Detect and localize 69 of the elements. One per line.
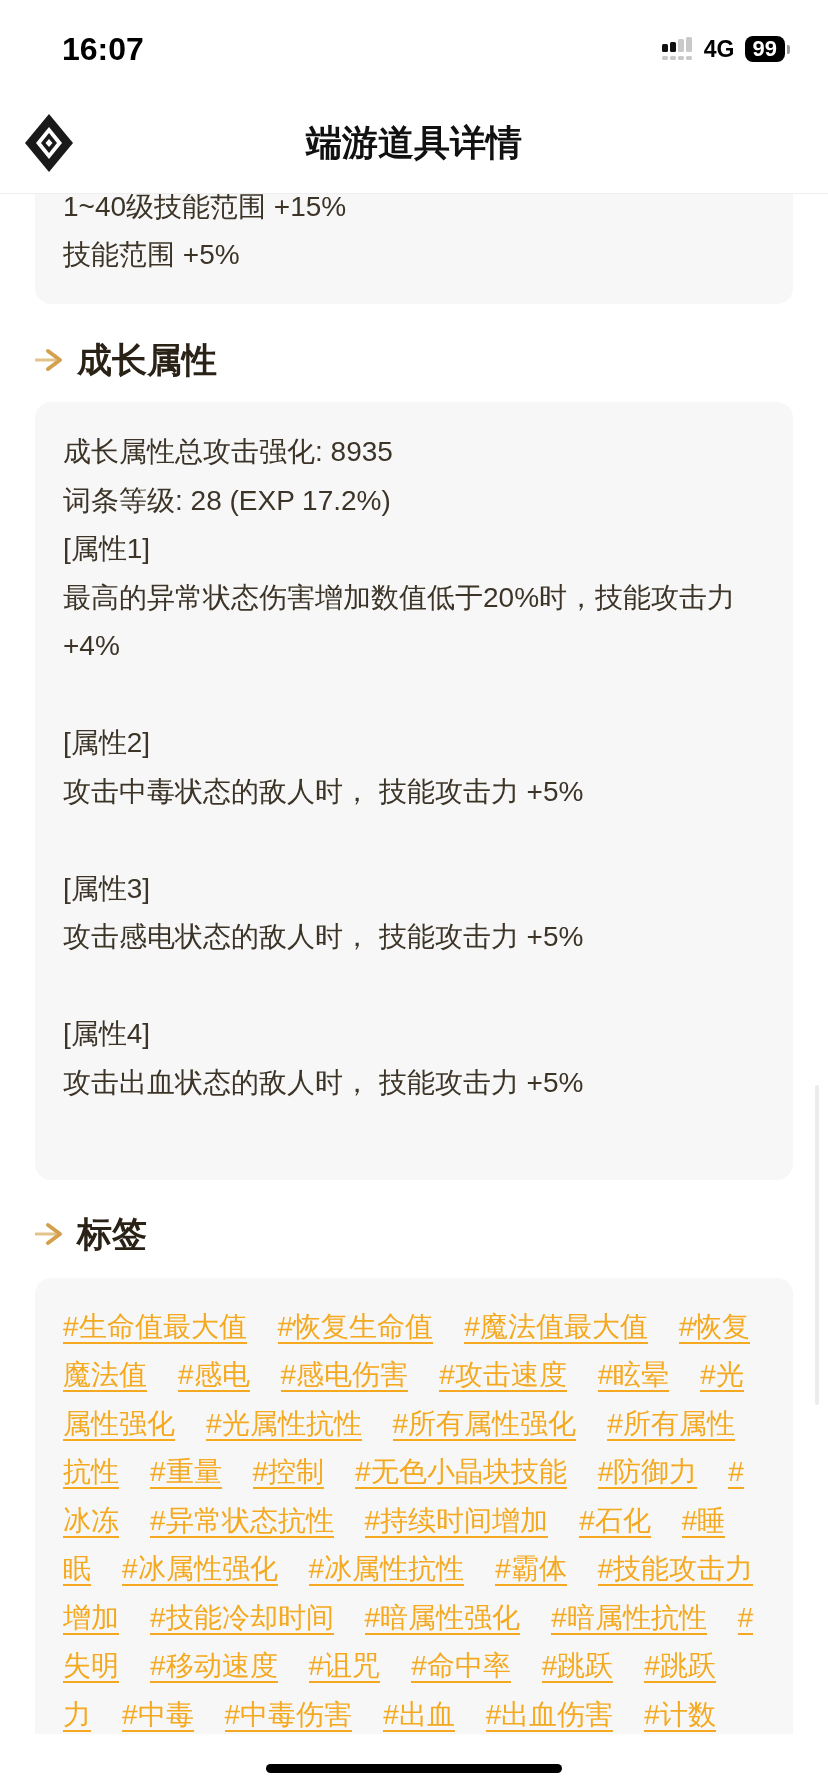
- tag-link[interactable]: #无色小晶块技能: [355, 1456, 567, 1489]
- tag-link[interactable]: #光: [700, 1359, 744, 1392]
- tag-link[interactable]: #技能攻击力: [597, 1553, 754, 1586]
- tag-link[interactable]: #移动速度: [150, 1650, 278, 1683]
- tag-link[interactable]: #: [737, 1601, 754, 1635]
- tag-link[interactable]: #出血: [383, 1698, 455, 1732]
- tag-link[interactable]: #异常状态抗性: [150, 1504, 334, 1538]
- tag-link[interactable]: #: [728, 1456, 744, 1489]
- tag-link[interactable]: 增加: [63, 1601, 119, 1635]
- tag-link[interactable]: #光属性抗性: [206, 1407, 362, 1441]
- tag-link[interactable]: #石化: [579, 1504, 651, 1538]
- tag-link[interactable]: #暗属性抗性: [551, 1601, 707, 1635]
- tag-link[interactable]: #所有属性: [607, 1407, 735, 1441]
- tag-link[interactable]: #睡: [681, 1504, 726, 1538]
- tag-link[interactable]: 抗性: [63, 1456, 119, 1489]
- tag-link[interactable]: #计数: [644, 1698, 716, 1732]
- tag-link[interactable]: #眩晕: [597, 1359, 670, 1392]
- effect-line: 技能范围 +5%: [63, 238, 241, 272]
- tag-link[interactable]: #恢复生命值: [277, 1310, 434, 1344]
- tag-link[interactable]: 冰冻: [63, 1504, 119, 1538]
- status-time: 16:07: [62, 30, 144, 68]
- tag-link[interactable]: #魔法值最大值: [464, 1310, 648, 1344]
- attribute-text: 攻击中毒状态的敌人时， 技能攻击力 +5%: [63, 774, 585, 809]
- attribute-text: 攻击感电状态的敌人时， 技能攻击力 +5%: [63, 920, 585, 954]
- tag-link[interactable]: #技能冷却时间: [150, 1601, 334, 1635]
- attribute-label: [属性4]: [63, 1017, 152, 1051]
- attribute-label: [属性3]: [63, 871, 152, 906]
- attribute-text: 攻击出血状态的敌人时， 技能攻击力 +5%: [63, 1065, 585, 1100]
- chevron-arrow-icon: [35, 347, 65, 373]
- summary-line: 词条等级: 28 (EXP 17.2%): [63, 483, 392, 518]
- tag-link[interactable]: 魔法值: [63, 1359, 147, 1392]
- tag-link[interactable]: 属性强化: [63, 1407, 175, 1441]
- tag-link[interactable]: #中毒伤害: [224, 1698, 353, 1732]
- tag-link[interactable]: #所有属性强化: [392, 1407, 577, 1441]
- diamond-logo-icon[interactable]: [25, 113, 73, 172]
- chevron-arrow-icon: [35, 1220, 65, 1247]
- tag-link[interactable]: #生命值最大值: [63, 1310, 247, 1344]
- tag-link[interactable]: #防御力: [597, 1456, 698, 1489]
- signal-icon: [661, 37, 694, 61]
- tag-link[interactable]: 失明: [63, 1650, 119, 1683]
- tag-link[interactable]: #恢复: [678, 1310, 751, 1344]
- tag-link[interactable]: #中毒: [122, 1698, 194, 1732]
- summary-line: 成长属性总攻击强化: 8935: [63, 435, 394, 469]
- attribute-label: [属性1]: [63, 532, 152, 566]
- network-type: 4G: [703, 35, 735, 63]
- tag-link[interactable]: #跳跃: [541, 1650, 614, 1683]
- tag-link[interactable]: #控制: [252, 1456, 325, 1489]
- tag-link[interactable]: #诅咒: [308, 1650, 381, 1683]
- tag-link[interactable]: #冰属性抗性: [308, 1553, 465, 1586]
- tag-link[interactable]: 眠: [63, 1553, 91, 1586]
- tag-link[interactable]: #持续时间增加: [364, 1504, 549, 1538]
- attribute-label: [属性2]: [63, 726, 152, 760]
- tag-link[interactable]: #重量: [150, 1456, 222, 1489]
- section-heading: 成长属性: [77, 339, 217, 381]
- page-title: 端游道具详情: [306, 120, 522, 165]
- battery-indicator: 99: [744, 36, 785, 62]
- tag-link[interactable]: #跳跃: [644, 1650, 716, 1683]
- tag-link[interactable]: #冰属性强化: [122, 1553, 278, 1586]
- tag-link[interactable]: #感电伤害: [280, 1359, 409, 1392]
- tag-link[interactable]: #攻击速度: [439, 1359, 567, 1392]
- attribute-text: 最高的异常状态伤害增加数值低于20%时，技能攻击力 +4%: [63, 580, 737, 663]
- tag-link[interactable]: #暗属性强化: [364, 1601, 521, 1635]
- tag-link[interactable]: #感电: [178, 1359, 250, 1392]
- tag-link[interactable]: #出血伤害: [485, 1698, 614, 1732]
- tag-link[interactable]: 力: [63, 1698, 91, 1732]
- battery-tip-icon: [787, 44, 790, 54]
- tag-link[interactable]: #命中率: [411, 1650, 511, 1683]
- section-heading: 标签: [77, 1212, 147, 1255]
- tag-link[interactable]: #霸体: [495, 1553, 567, 1586]
